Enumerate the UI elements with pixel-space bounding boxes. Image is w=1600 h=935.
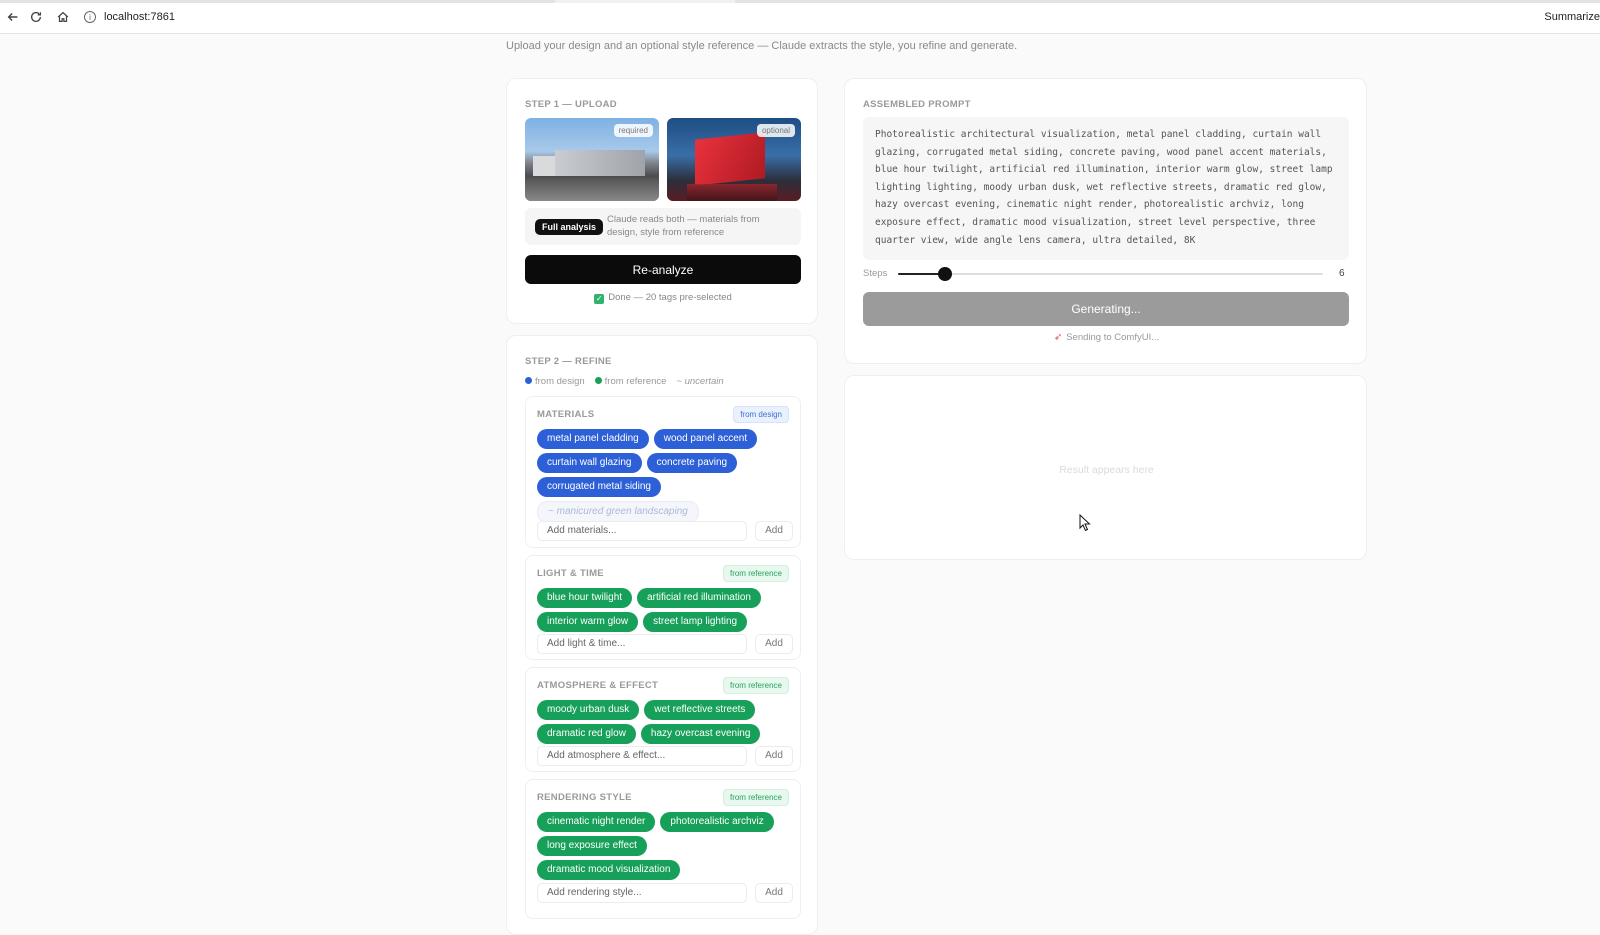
add-materials-button[interactable]: Add [755,521,793,541]
check-icon: ✓ [594,294,605,304]
add-atmosphere-input[interactable]: Add atmosphere & effect... [537,746,747,766]
add-atmosphere-button[interactable]: Add [755,746,793,766]
uncertain-tag-chip[interactable]: ~ manicured green landscaping [537,501,699,523]
group-title: ATMOSPHERE & EFFECT [537,680,659,691]
group-title: MATERIALS [537,409,595,420]
tag-chip[interactable]: dramatic mood visualization [537,860,681,880]
group-title: RENDERING STYLE [537,792,632,803]
rendering-style-group: RENDERING STYLE from reference cinematic… [525,779,801,919]
add-light-input[interactable]: Add light & time... [537,634,747,654]
tag-chip[interactable]: cinematic night render [537,812,656,832]
analysis-status-text: Done — 20 tags pre-selected [608,292,732,303]
analysis-status: ✓ Done — 20 tags pre-selected [507,292,819,304]
atmosphere-group: ATMOSPHERE & EFFECT from reference moody… [525,667,801,772]
reference-image-upload[interactable]: optional [667,118,801,201]
light-time-group: LIGHT & TIME from reference blue hour tw… [525,555,801,660]
prompt-label: ASSEMBLED PROMPT [863,99,971,110]
analysis-mode: Full analysis Claude reads both — materi… [525,208,801,245]
tag-chip[interactable]: artificial red illumination [637,588,761,608]
full-analysis-badge: Full analysis [535,219,604,235]
generate-button[interactable]: Generating... [863,292,1349,326]
home-icon[interactable] [50,4,76,30]
steps-slider[interactable] [898,267,1323,281]
address-bar[interactable]: i localhost:7861 [80,5,1590,29]
mouse-cursor-icon [1079,514,1091,532]
source-badge: from reference [722,677,789,694]
tab-strip [0,0,1600,3]
tag-chip[interactable]: corrugated metal siding [537,477,661,497]
assembled-prompt-card: ASSEMBLED PROMPT Photorealistic architec… [844,78,1367,364]
tag-chip[interactable]: interior warm glow [537,612,639,632]
generation-status: ➶ Sending to ComfyUI... [845,332,1368,343]
tag-chip[interactable]: metal panel cladding [537,429,649,449]
add-materials-input[interactable]: Add materials... [537,521,747,541]
result-placeholder: Result appears here [1059,464,1154,476]
legend-reference: from reference [594,376,666,387]
upload-card: STEP 1 — UPLOAD required optional Full a… [506,78,818,324]
legend-uncertain: ~ uncertain [676,376,724,387]
analysis-description: Claude reads both — materials from desig… [607,214,760,238]
step1-label: STEP 1 — UPLOAD [525,99,617,110]
page-subtitle: Upload your design and an optional style… [506,40,1018,52]
result-card: Result appears here [844,375,1367,560]
tag-chip[interactable]: dramatic red glow [537,724,636,744]
required-pill: required [613,124,653,137]
tag-chip[interactable]: wood panel accent [653,429,758,449]
tag-chip[interactable]: street lamp lighting [643,612,748,632]
refine-card: STEP 2 — REFINE from design from referen… [506,335,818,935]
add-rendering-button[interactable]: Add [755,883,793,903]
rocket-icon: ➶ [1053,332,1063,343]
reload-icon[interactable] [23,4,49,30]
generation-status-text: Sending to ComfyUI... [1066,332,1160,343]
tag-chip[interactable]: hazy overcast evening [640,724,761,744]
design-image-upload[interactable]: required [525,118,659,201]
url-text: localhost:7861 [104,11,175,23]
tag-legend: from design from reference ~ uncertain [525,376,724,387]
tag-chip[interactable]: long exposure effect [537,836,647,856]
step2-label: STEP 2 — REFINE [525,356,612,367]
prompt-text[interactable]: Photorealistic architectural visualizati… [863,117,1349,260]
tag-chip[interactable]: photorealistic archviz [660,812,774,832]
steps-slider-thumb[interactable] [937,267,952,281]
tag-chip[interactable]: blue hour twilight [537,588,633,608]
source-badge: from reference [722,565,789,582]
site-info-icon[interactable]: i [84,11,96,23]
legend-design: from design [525,376,585,387]
group-title: LIGHT & TIME [537,568,604,579]
browser-toolbar: i localhost:7861 Summarize [0,0,1600,34]
summarize-button[interactable]: Summarize [1544,11,1600,23]
source-badge: from reference [722,789,789,806]
materials-group: MATERIALS from design metal panel claddi… [525,396,801,548]
optional-pill: optional [756,124,795,137]
reanalyze-button[interactable]: Re-analyze [525,255,801,284]
tag-chip[interactable]: curtain wall glazing [537,453,642,473]
tag-chip[interactable]: concrete paving [646,453,738,473]
add-rendering-input[interactable]: Add rendering style... [537,883,747,903]
tag-chip[interactable]: moody urban dusk [537,700,640,720]
source-badge: from design [733,406,789,423]
add-light-button[interactable]: Add [755,634,793,654]
tag-chip[interactable]: wet reflective streets [644,700,756,720]
steps-label: Steps [863,268,888,279]
steps-value: 6 [1339,268,1345,279]
